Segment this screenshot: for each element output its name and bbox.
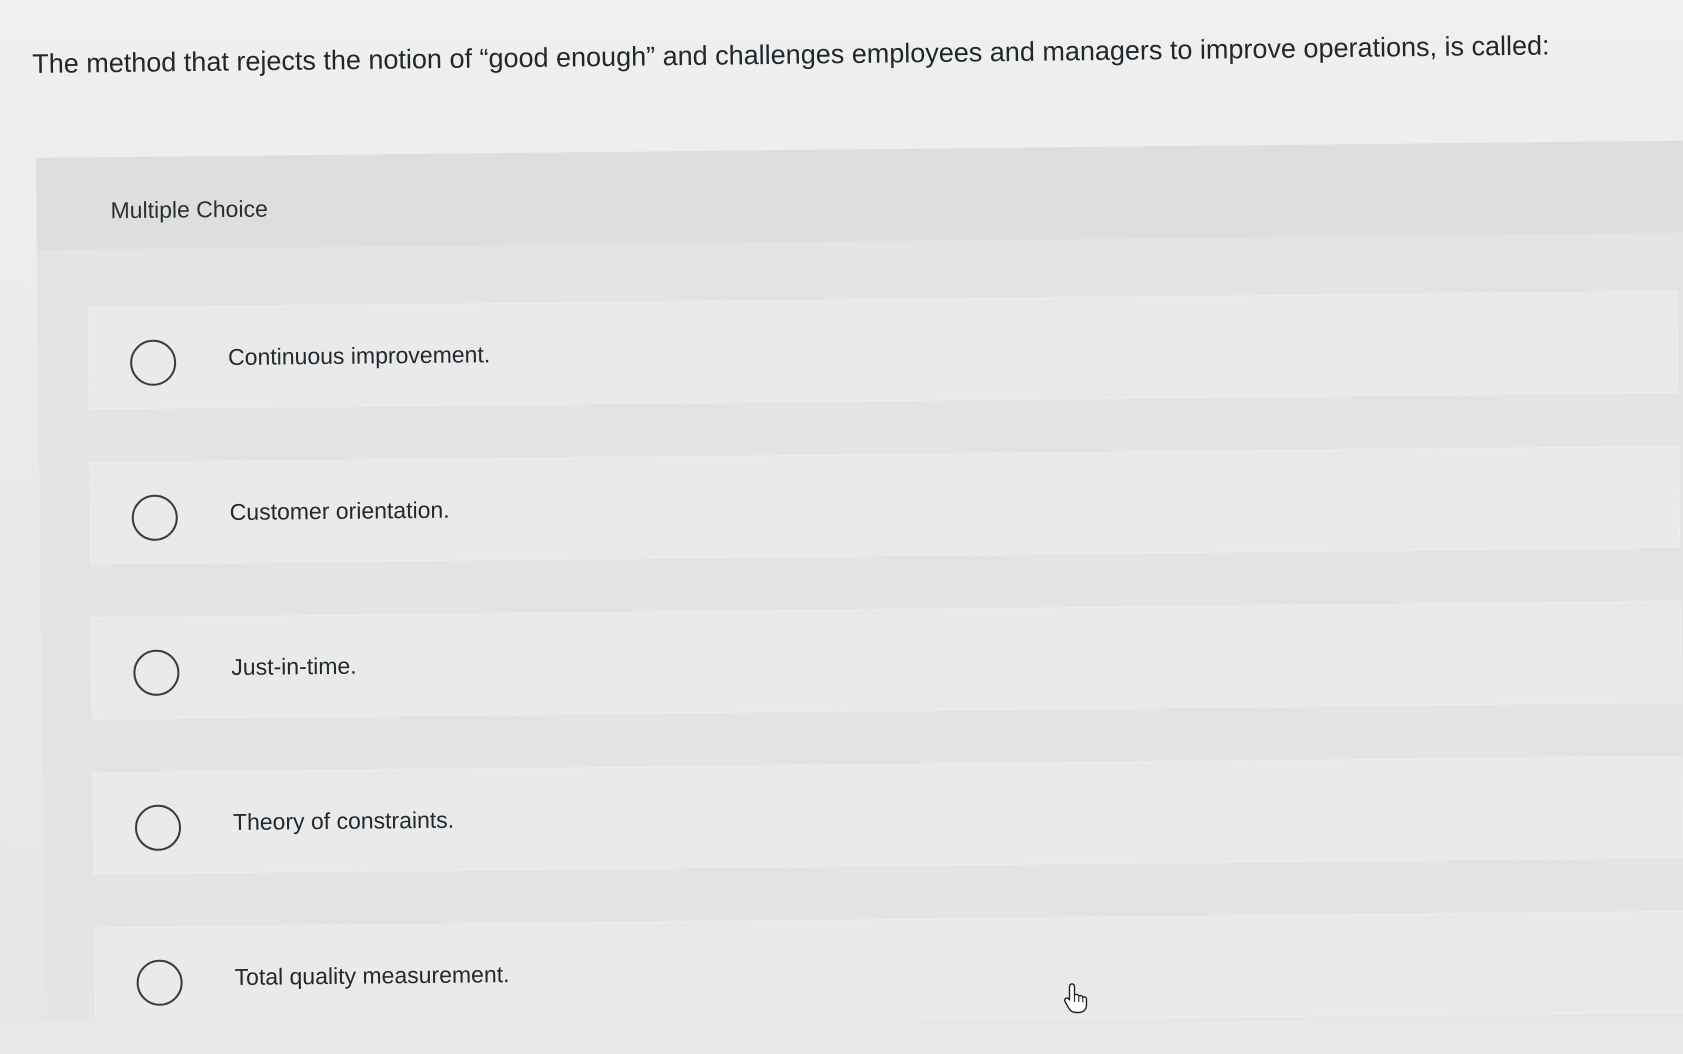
option-label[interactable]: Just-in-time.: [231, 653, 357, 681]
hand-pointer-icon: [1063, 983, 1088, 1014]
question-text: The method that rejects the notion of “g…: [32, 30, 1550, 79]
multiple-choice-panel: Multiple Choice Continuous improvement. …: [36, 140, 1683, 1030]
option-label[interactable]: Continuous improvement.: [228, 341, 490, 371]
radio-button[interactable]: [129, 339, 177, 387]
multiple-choice-label: Multiple Choice: [110, 195, 268, 224]
bottom-edge: [0, 1020, 1683, 1054]
radio-button[interactable]: [131, 494, 179, 542]
option-label[interactable]: Total quality measurement.: [234, 961, 509, 991]
answer-option-5[interactable]: Total quality measurement.: [94, 910, 1683, 1030]
answer-option-3[interactable]: Just-in-time.: [90, 600, 1682, 720]
radio-button[interactable]: [136, 959, 183, 1006]
answer-option-2[interactable]: Customer orientation.: [89, 445, 1681, 565]
option-label[interactable]: Theory of constraints.: [233, 807, 454, 836]
option-label[interactable]: Customer orientation.: [230, 497, 450, 526]
answer-option-1[interactable]: Continuous improvement.: [87, 290, 1679, 410]
answer-option-4[interactable]: Theory of constraints.: [92, 755, 1683, 875]
radio-button[interactable]: [133, 649, 180, 697]
radio-button[interactable]: [134, 804, 182, 851]
multiple-choice-header: Multiple Choice: [36, 140, 1683, 250]
